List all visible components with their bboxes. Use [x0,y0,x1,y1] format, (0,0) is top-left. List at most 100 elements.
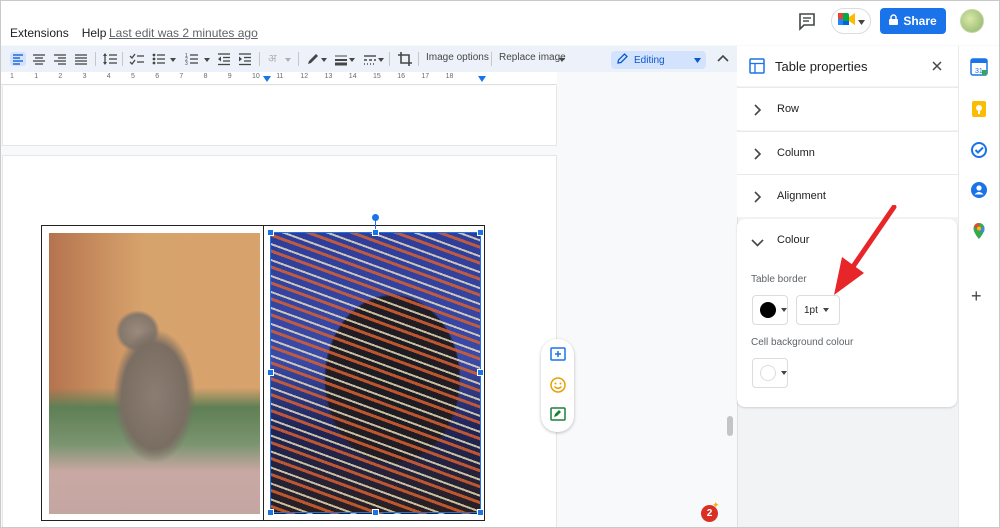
ruler-tick-label: 18 [445,73,454,80]
section-row[interactable]: Row [737,87,958,130]
vase-photo[interactable] [270,233,481,514]
resize-handle[interactable] [267,229,274,236]
menu-bar: Extensions Help [10,26,106,40]
share-button[interactable]: Share [880,8,946,34]
avatar[interactable] [960,9,984,33]
maps-icon[interactable] [970,222,988,240]
comments-icon[interactable] [797,11,819,31]
meet-button[interactable] [831,8,871,34]
ruler-tick-label: 4 [106,73,111,80]
border-colour-dropdown[interactable] [752,295,788,325]
pen-icon[interactable] [306,52,328,66]
resize-handle[interactable] [372,229,379,236]
table-column-divider[interactable] [263,225,264,521]
top-bar: Extensions Help Last edit was 2 minutes … [0,0,1000,45]
ruler-tick-label: 13 [324,73,333,80]
panel-title: Table properties [775,59,868,74]
tasks-icon[interactable] [970,141,988,159]
chevron-down-icon [558,52,566,66]
pencil-icon [617,53,628,67]
border-width-value: 1pt [804,304,818,316]
align-center-icon[interactable] [32,52,46,66]
border-colour-swatch [760,302,776,318]
page-previous [2,86,557,146]
resize-handle[interactable] [477,229,484,236]
ruler-tick-label: 1 [10,73,14,80]
meet-icon [837,12,856,31]
resize-handle[interactable] [267,509,274,516]
bulleted-list-icon[interactable] [152,52,176,66]
rotate-handle[interactable] [372,214,379,221]
input-tools-icon[interactable]: अ [268,52,276,66]
editing-mode-label: Editing [634,54,665,66]
numbered-list-icon[interactable]: 123 [185,52,211,67]
ruler-tick-label: 1 [34,73,39,80]
section-alignment[interactable]: Alignment [737,174,958,217]
chevron-down-icon [822,308,829,312]
justify-icon[interactable] [74,52,88,66]
toolbar-divider [95,52,96,66]
calendar-icon[interactable]: 31 [970,58,988,76]
toolbar-divider [259,52,260,66]
section-colour-label[interactable]: Colour [777,234,809,246]
horizontal-ruler[interactable]: 1 1 2 3 4 5 6 7 8 9 10 11 12 13 14 15 16 17 18 [0,72,557,85]
border-width-dropdown[interactable]: 1pt [796,295,840,325]
cat-photo[interactable] [49,233,260,514]
last-edit-link[interactable]: Last edit was 2 minutes ago [109,26,258,40]
border-weight-icon[interactable] [334,52,356,66]
resize-handle[interactable] [267,369,274,376]
chevron-down-icon[interactable] [284,52,292,66]
border-dash-icon[interactable] [363,52,385,66]
cell-background-swatch [760,365,776,381]
lock-icon [889,14,899,28]
resize-handle[interactable] [477,369,484,376]
contacts-icon[interactable] [970,181,988,199]
add-app-icon[interactable]: + [971,287,982,305]
crop-icon[interactable] [398,52,412,66]
ruler-tick-label: 14 [348,73,357,80]
line-spacing-icon[interactable] [102,52,118,66]
chevron-right-icon [753,190,763,203]
section-column[interactable]: Column [737,131,958,174]
ruler-tick-label: 3 [82,73,87,80]
suggest-edits-icon[interactable] [550,407,566,423]
image-options-button[interactable]: Image options [426,52,489,63]
ruler-tick-label: 16 [397,73,405,80]
editing-mode-dropdown[interactable]: Editing [611,51,706,69]
toolbar-divider [418,52,419,66]
ruler-tick-label: 11 [276,73,284,80]
ruler-tick-label: 9 [227,73,232,80]
menu-help[interactable]: Help [82,26,107,40]
collapse-toolbar-icon[interactable] [717,52,729,66]
ruler-tick-label: 2 [58,73,63,80]
add-comment-icon[interactable] [550,347,566,363]
section-row-label: Row [777,103,800,115]
increase-indent-icon[interactable] [238,52,252,66]
close-icon[interactable] [930,59,944,73]
decrease-indent-icon[interactable] [217,52,231,66]
resize-handle[interactable] [372,509,379,516]
share-label: Share [903,14,937,28]
toolbar-divider [389,52,390,66]
align-right-icon[interactable] [53,52,67,66]
emoji-reaction-icon[interactable] [550,377,566,393]
checklist-icon[interactable] [129,52,145,66]
toolbar-divider [122,52,123,66]
menu-extensions[interactable]: Extensions [10,26,69,40]
toolbar-divider [491,52,492,66]
left-indent-marker[interactable] [263,76,271,82]
chevron-down-icon[interactable] [751,235,764,253]
keep-icon[interactable] [970,100,988,118]
cell-background-dropdown[interactable] [752,358,788,388]
svg-text:31: 31 [975,68,983,75]
right-indent-marker[interactable] [478,76,486,82]
floating-comment-toolbar [541,339,574,432]
resize-handle[interactable] [477,509,484,516]
align-left-icon[interactable] [10,52,26,66]
vertical-scrollbar[interactable] [727,416,733,436]
replace-image-button[interactable]: Replace image [499,52,566,63]
ruler-tick-label: 5 [131,73,135,80]
cell-background-label: Cell background colour [751,337,854,348]
ruler-tick-label: 6 [155,73,160,80]
chevron-down-icon [857,12,865,30]
